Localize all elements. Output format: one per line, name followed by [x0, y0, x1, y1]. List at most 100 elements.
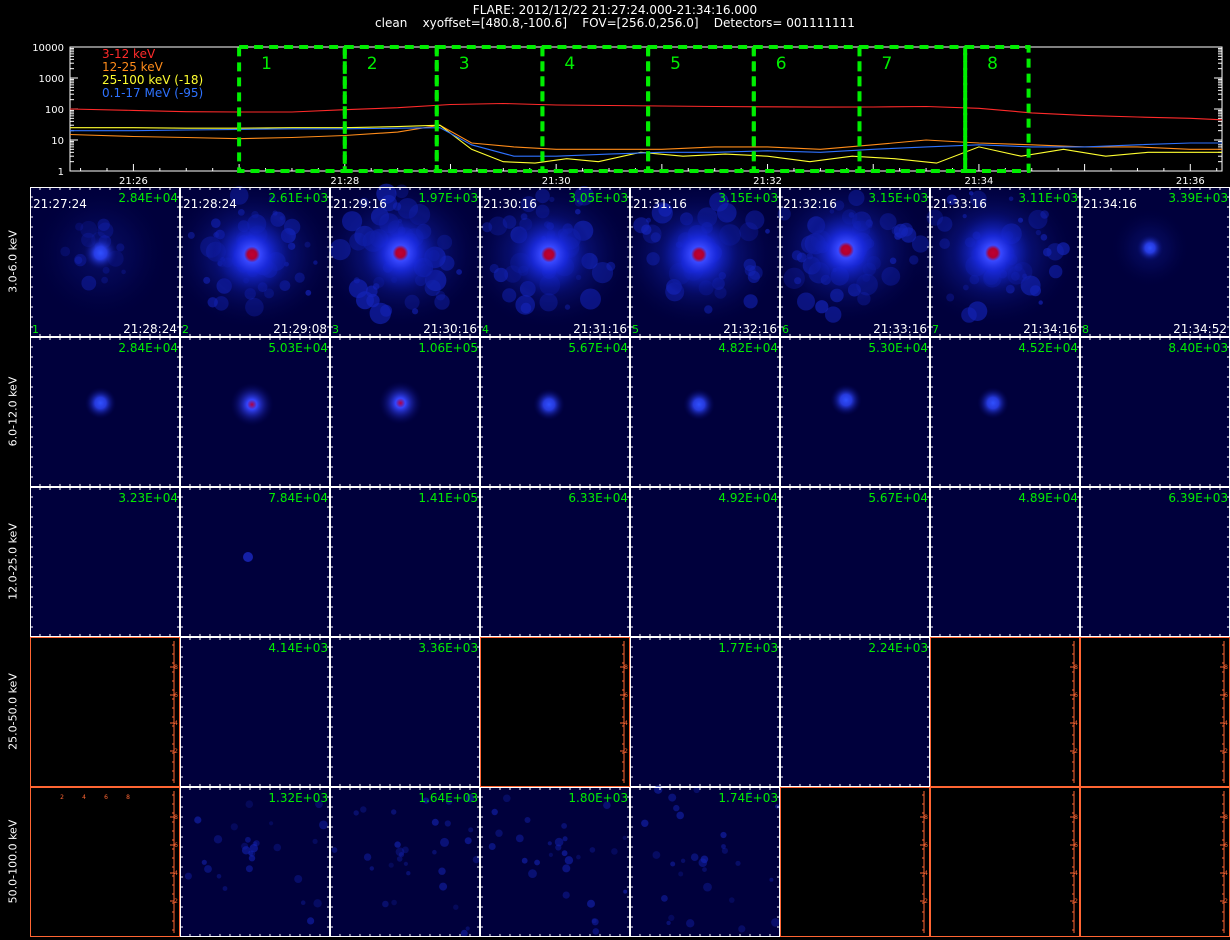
emission-blob [1046, 243, 1064, 261]
axis-tick-label: 8 [624, 664, 628, 671]
emission-blob [587, 899, 595, 908]
emission-blob [769, 877, 774, 882]
panel-background [780, 487, 930, 637]
panel-start-time: 21:30:16 [483, 197, 537, 211]
emission-core [378, 381, 423, 425]
emission-blob [561, 850, 568, 857]
emission-blob [704, 305, 713, 314]
image-panel: 1.64E+03 [330, 787, 480, 937]
emission-blob [549, 196, 555, 203]
panel-max-value: 3.11E+03 [1018, 191, 1078, 205]
panel-max-value: 4.52E+04 [1018, 341, 1078, 355]
image-panel: 4.82E+04 [630, 337, 780, 487]
emission-blob [703, 882, 712, 892]
image-panel: 4.14E+03 [180, 637, 330, 787]
panel-number: 3 [332, 323, 339, 336]
emission-blob [230, 823, 238, 831]
panel-background [630, 637, 780, 787]
panel-background [480, 637, 630, 787]
emission-blob [666, 920, 671, 926]
panel-background [1080, 637, 1230, 787]
emission-blob [611, 848, 618, 855]
axis-tick-label: 8 [174, 814, 178, 821]
panel-background [930, 637, 1080, 787]
panel-number: 7 [932, 323, 939, 336]
panel-max-value: 5.67E+04 [568, 341, 628, 355]
panel-max-value: 7.84E+04 [268, 491, 328, 505]
panel-max-value: 1.41E+05 [418, 491, 478, 505]
emission-blob [739, 222, 759, 242]
image-panel: 5.30E+04 [780, 337, 930, 487]
image-panel: 4.52E+04 [930, 337, 1080, 487]
panel-end-time: 21:29:08 [273, 322, 327, 336]
panel-max-value: 2.84E+04 [118, 341, 178, 355]
image-panel: 1.06E+05 [330, 337, 480, 487]
panel-number: 8 [1082, 323, 1089, 336]
axis-tick-label: 8 [174, 664, 178, 671]
emission-blob [294, 272, 305, 283]
emission-blob [668, 793, 677, 802]
emission-blob [654, 785, 663, 794]
emission-blob [576, 854, 581, 860]
panel-max-value: 4.82E+04 [718, 341, 778, 355]
emission-blob [307, 917, 315, 925]
panel-max-value: 3.23E+04 [118, 491, 178, 505]
panel-background [330, 487, 480, 637]
image-panel: 3.23E+04 [30, 487, 180, 637]
emission-blob [438, 867, 446, 875]
emission-blob [187, 231, 195, 239]
axis-tick-label: 4 [174, 720, 178, 727]
panel-background [180, 487, 330, 637]
panel-background [930, 487, 1080, 637]
emission-blob [366, 293, 380, 308]
emission-blob [1040, 234, 1048, 241]
emission-blob [748, 265, 763, 280]
emission-blob [521, 857, 528, 864]
emission-blob [81, 275, 97, 291]
emission-blob [468, 827, 474, 833]
emission-core [1136, 234, 1164, 262]
image-panel: 1.80E+03 [480, 787, 630, 937]
image-panel: 3.39E+03 21:34:16 21:34:52 8 [1080, 187, 1230, 337]
axis-tick-label: 8 [1074, 664, 1078, 671]
emission-blob [369, 866, 374, 871]
emission-blob [661, 895, 668, 902]
panel-max-value: 4.89E+04 [1018, 491, 1078, 505]
emission-blob [391, 809, 397, 815]
emission-blob [489, 263, 499, 274]
emission-blob [294, 875, 303, 883]
emission-blob [589, 847, 596, 853]
axis-tick-label: 2 [1074, 898, 1078, 905]
emission-blob [698, 858, 708, 867]
panel-end-time: 21:34:52 [1173, 322, 1227, 336]
emission-blob [488, 843, 496, 850]
image-panel: 4.89E+04 [930, 487, 1080, 637]
panel-max-value: 3.39E+03 [1168, 191, 1228, 205]
panel-number: 1 [32, 323, 39, 336]
emission-blob [961, 307, 977, 323]
emission-blob [515, 834, 524, 843]
emission-blob [388, 862, 394, 868]
image-panel: 3.15E+03 21:32:16 21:33:16 6 [761, 175, 931, 337]
image-panel: 4.92E+04 [630, 487, 780, 637]
emission-blob [939, 238, 950, 249]
emission-core [830, 384, 862, 416]
emission-blob [524, 817, 531, 823]
emission-blob [1040, 210, 1049, 219]
panel-background [630, 487, 780, 637]
axis-tick-label: 8 [924, 814, 928, 821]
panel-start-time: 21:33:16 [933, 197, 987, 211]
emission-blob [783, 267, 805, 289]
image-panel: 2 4 6 8 2 4 6 8 [30, 787, 180, 937]
image-panel: 6.33E+04 [480, 487, 630, 637]
panel-end-time: 21:34:16 [1023, 322, 1077, 336]
image-panel: 2.84E+04 [30, 337, 180, 487]
emission-core [84, 387, 117, 419]
axis-tick-label: 4 [174, 870, 178, 877]
image-panel: 3.05E+03 21:30:16 21:31:16 4 [464, 179, 634, 337]
panel-max-value: 3.15E+03 [868, 191, 928, 205]
panel-background [1080, 337, 1230, 487]
emission-blob [562, 891, 570, 899]
emission-blob [252, 841, 258, 846]
image-panel: 2 4 6 8 [480, 637, 630, 787]
